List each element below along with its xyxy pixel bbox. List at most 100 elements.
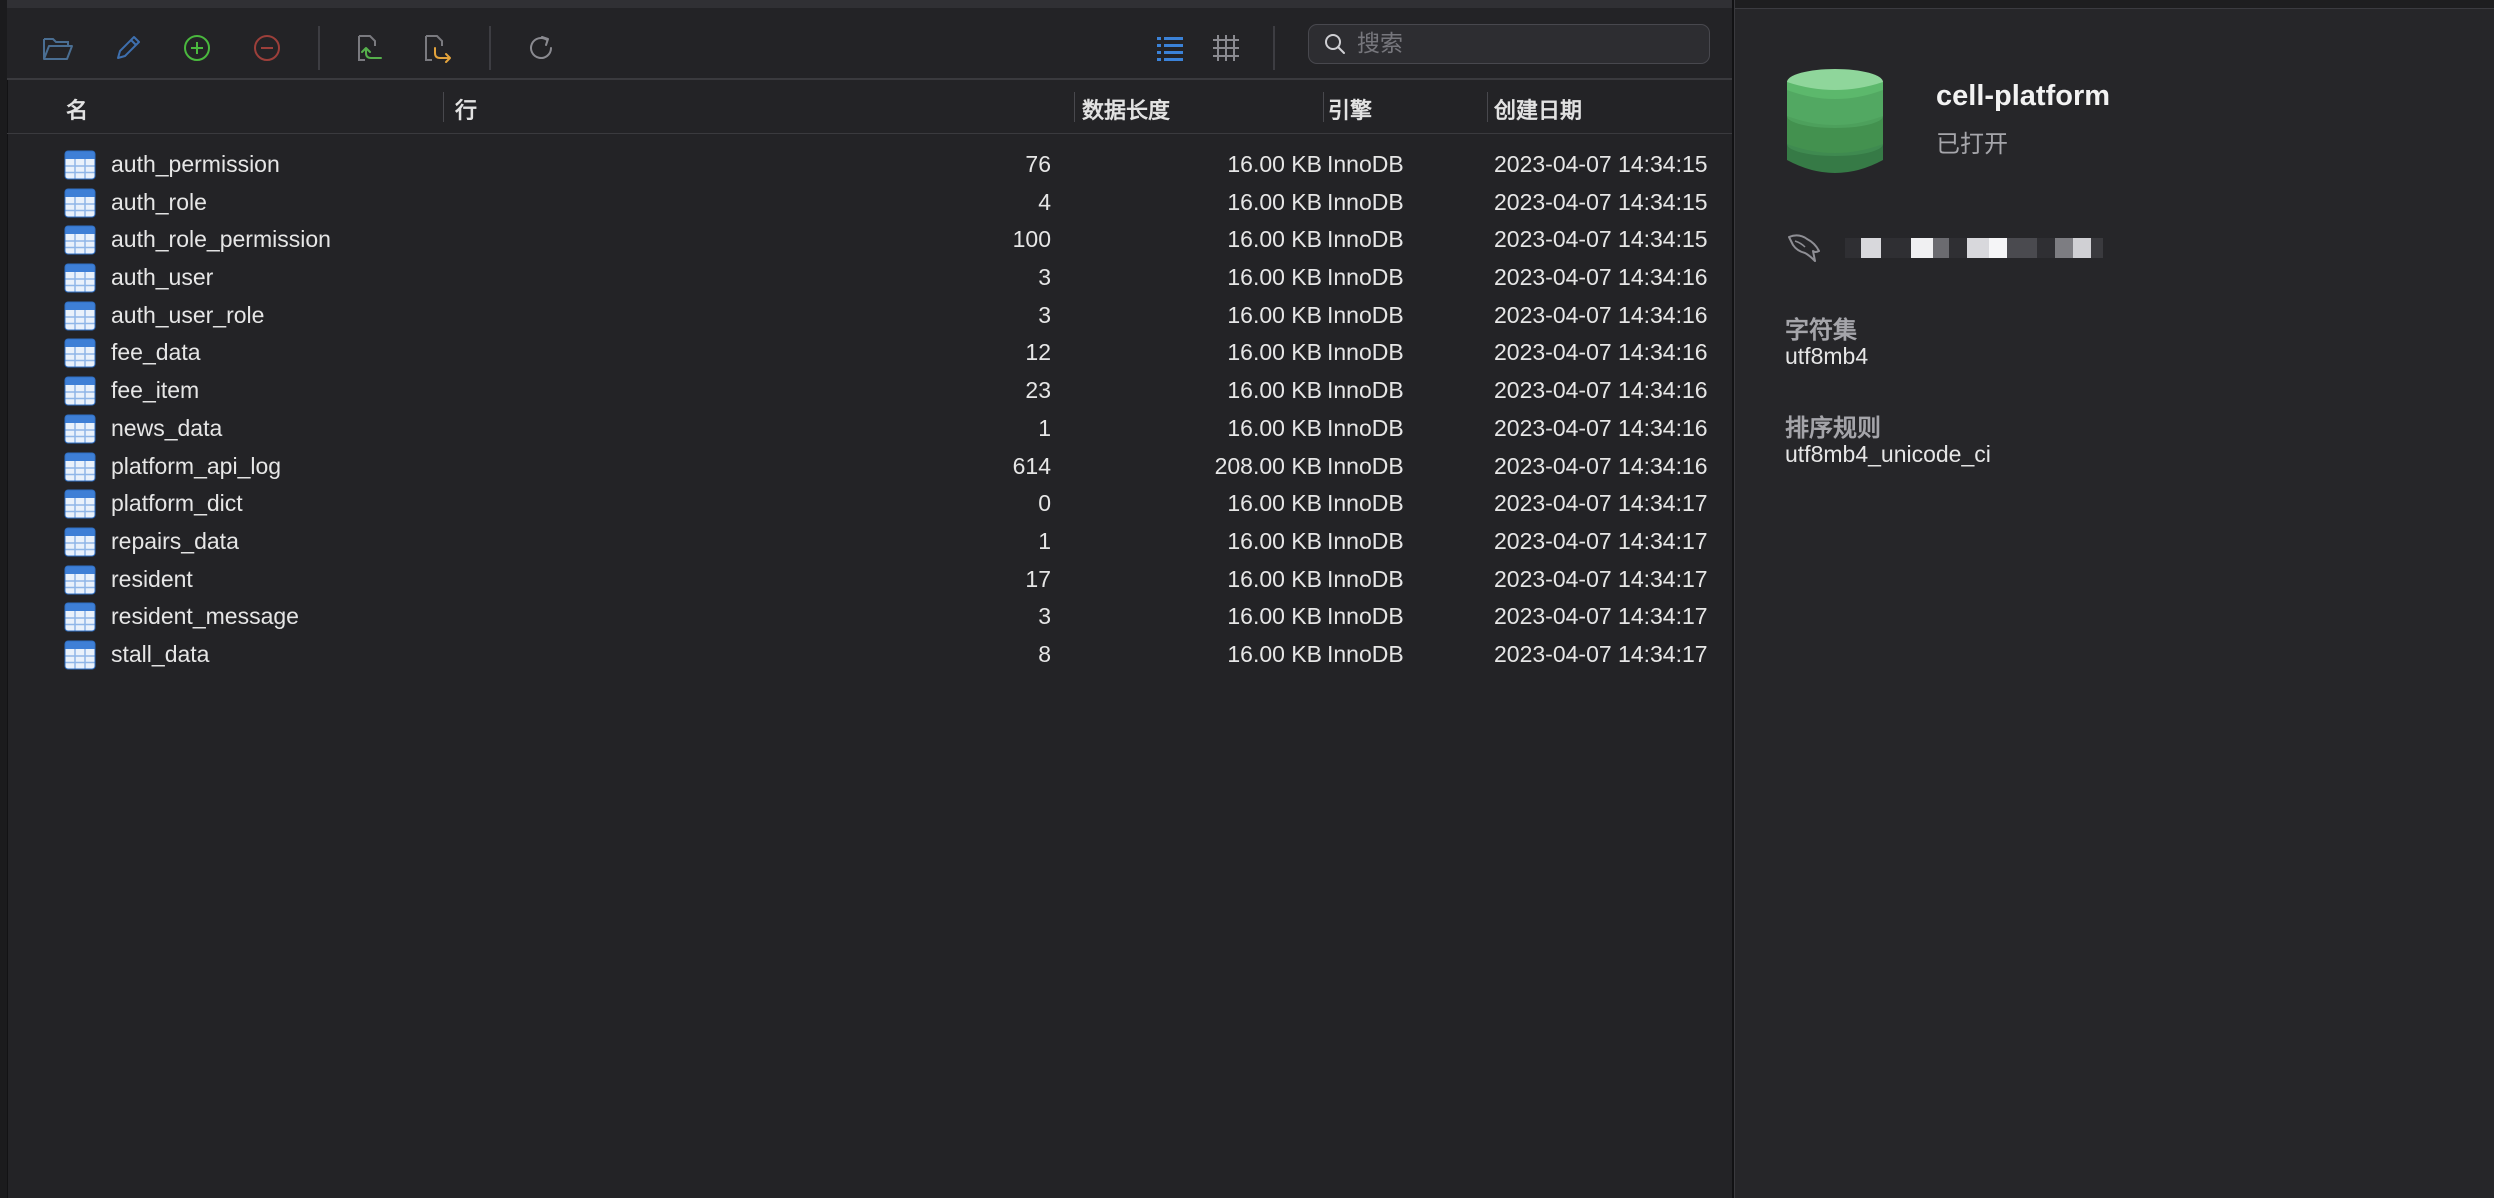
grid-view-icon xyxy=(1213,35,1239,61)
new-table-icon xyxy=(184,35,210,61)
table-row[interactable]: fee_data 12 16.00 KB InnoDB 2023-04-07 14:34… xyxy=(7,333,1732,371)
table-created-date: 2023-04-07 14:34:17 xyxy=(1494,490,1708,517)
table-row-count: 23 xyxy=(1025,377,1051,404)
info-panel-top-strip xyxy=(1735,0,2494,9)
design-table-button[interactable] xyxy=(106,26,150,70)
table-name: resident xyxy=(111,565,193,592)
table-row[interactable]: auth_user_role 3 16.00 KB InnoDB 2023-04-07 … xyxy=(7,296,1732,334)
charset-label: 字符集 xyxy=(1785,316,1857,344)
grid-view-button[interactable] xyxy=(1204,26,1248,70)
table-row[interactable]: resident 17 16.00 KB InnoDB 2023-04-07 14:34… xyxy=(7,560,1732,598)
table-created-date: 2023-04-07 14:34:16 xyxy=(1494,339,1708,366)
design-table-icon xyxy=(117,36,140,59)
table-row-count: 0 xyxy=(1038,490,1051,517)
table-data-length: 208.00 KB xyxy=(1214,452,1322,479)
table-name: stall_data xyxy=(111,640,210,667)
table-icon xyxy=(64,376,96,406)
table-created-date: 2023-04-07 14:34:15 xyxy=(1494,188,1708,215)
table-row-count: 614 xyxy=(1012,452,1051,479)
table-created-date: 2023-04-07 14:34:15 xyxy=(1494,226,1708,253)
table-engine: InnoDB xyxy=(1327,151,1404,177)
table-row[interactable]: auth_permission 76 16.00 KB InnoDB 2023-04-0… xyxy=(7,145,1732,183)
info-panel: cell-platform 已打开 字符集 utf8mb4 排序规则 utf8m… xyxy=(1734,0,2494,1198)
connection-row xyxy=(1785,228,2103,268)
table-row-count: 100 xyxy=(1012,226,1051,253)
table-row-count: 17 xyxy=(1025,565,1051,592)
table-created-date: 2023-04-07 14:34:15 xyxy=(1494,151,1708,177)
charset-value: utf8mb4 xyxy=(1785,343,1869,369)
toolbar-separator xyxy=(489,26,491,70)
table-row-count: 3 xyxy=(1038,603,1051,630)
search-box[interactable] xyxy=(1308,24,1710,64)
table-row-count: 8 xyxy=(1038,640,1051,667)
table-name: repairs_data xyxy=(111,527,239,554)
table-row-count: 3 xyxy=(1038,301,1051,328)
table-name: platform_api_log xyxy=(111,452,282,479)
app-window: 名 行 数据长度 引擎 创建日期 auth_permission 76 16.00 … xyxy=(0,0,2494,1198)
table-icon xyxy=(64,263,96,293)
column-separator[interactable] xyxy=(1074,92,1075,122)
database-status: 已打开 xyxy=(1936,130,2008,158)
table-row-count: 12 xyxy=(1025,339,1051,366)
table-engine: InnoDB xyxy=(1327,301,1404,328)
import-button[interactable] xyxy=(346,26,390,70)
toolbar xyxy=(7,8,1732,80)
column-separator[interactable] xyxy=(1487,92,1488,122)
table-data-length: 16.00 KB xyxy=(1227,226,1322,253)
table-icon xyxy=(64,188,96,218)
column-header-engine[interactable]: 引擎 xyxy=(1328,93,1372,125)
search-input[interactable] xyxy=(1357,31,1709,57)
table-created-date: 2023-04-07 14:34:16 xyxy=(1494,452,1708,479)
toolbar-separator xyxy=(318,26,320,70)
table-row-count: 76 xyxy=(1025,151,1051,177)
table-row[interactable]: auth_role_permission 100 16.00 KB InnoDB 202… xyxy=(7,220,1732,258)
table-row[interactable]: platform_dict 0 16.00 KB InnoDB 2023-04-07 1… xyxy=(7,484,1732,522)
column-header: 名 行 数据长度 引擎 创建日期 xyxy=(7,80,1732,134)
table-row[interactable]: stall_data 8 16.00 KB InnoDB 2023-04-07 14:3… xyxy=(7,635,1732,673)
table-icon xyxy=(64,527,96,557)
table-engine: InnoDB xyxy=(1327,452,1404,479)
table-row[interactable]: platform_api_log 614 208.00 KB InnoDB 2023-0… xyxy=(7,447,1732,485)
column-header-data-length[interactable]: 数据长度 xyxy=(1082,93,1170,125)
new-table-button[interactable] xyxy=(175,26,219,70)
table-name: auth_user xyxy=(111,264,214,291)
table-name: auth_role xyxy=(111,188,207,215)
open-table-button[interactable] xyxy=(36,26,80,70)
redacted-connection-info xyxy=(1845,238,2103,258)
refresh-button[interactable] xyxy=(519,26,563,70)
table-row[interactable]: news_data 1 16.00 KB InnoDB 2023-04-07 14:34… xyxy=(7,409,1732,447)
table-engine: InnoDB xyxy=(1327,414,1404,441)
table-created-date: 2023-04-07 14:34:16 xyxy=(1494,264,1708,291)
table-icon xyxy=(64,602,96,632)
table-row-count: 4 xyxy=(1038,188,1051,215)
table-data-length: 16.00 KB xyxy=(1227,301,1322,328)
table-row[interactable]: repairs_data 1 16.00 KB InnoDB 2023-04-07 14… xyxy=(7,522,1732,560)
table-icon xyxy=(64,565,96,595)
list-view-button[interactable] xyxy=(1148,26,1192,70)
column-header-created[interactable]: 创建日期 xyxy=(1494,93,1582,125)
list-view-icon xyxy=(1157,37,1183,61)
table-data-length: 16.00 KB xyxy=(1227,527,1322,554)
column-header-rows[interactable]: 行 xyxy=(455,93,477,125)
column-separator[interactable] xyxy=(443,92,444,122)
table-row[interactable]: auth_user 3 16.00 KB InnoDB 2023-04-07 14:34… xyxy=(7,258,1732,296)
table-engine: InnoDB xyxy=(1327,226,1404,253)
delete-table-button[interactable] xyxy=(245,26,289,70)
export-icon xyxy=(425,35,451,63)
table-engine: InnoDB xyxy=(1327,490,1404,517)
table-engine: InnoDB xyxy=(1327,603,1404,630)
table-data-length: 16.00 KB xyxy=(1227,640,1322,667)
table-row[interactable]: resident_message 3 16.00 KB InnoDB 2023-04-0… xyxy=(7,597,1732,635)
search-icon xyxy=(1325,34,1345,54)
table-row-count: 1 xyxy=(1038,414,1051,441)
table-row[interactable]: fee_item 23 16.00 KB InnoDB 2023-04-07 14:34… xyxy=(7,371,1732,409)
table-row[interactable]: auth_role 4 16.00 KB InnoDB 2023-04-07 14:34… xyxy=(7,183,1732,221)
export-button[interactable] xyxy=(415,26,459,70)
column-header-name[interactable]: 名 xyxy=(66,93,88,125)
collation-value: utf8mb4_unicode_ci xyxy=(1785,441,1991,467)
column-separator[interactable] xyxy=(1323,92,1324,122)
table-name: auth_permission xyxy=(111,151,280,177)
table-data-length: 16.00 KB xyxy=(1227,377,1322,404)
table-name: resident_message xyxy=(111,603,299,630)
table-icon xyxy=(64,640,96,670)
